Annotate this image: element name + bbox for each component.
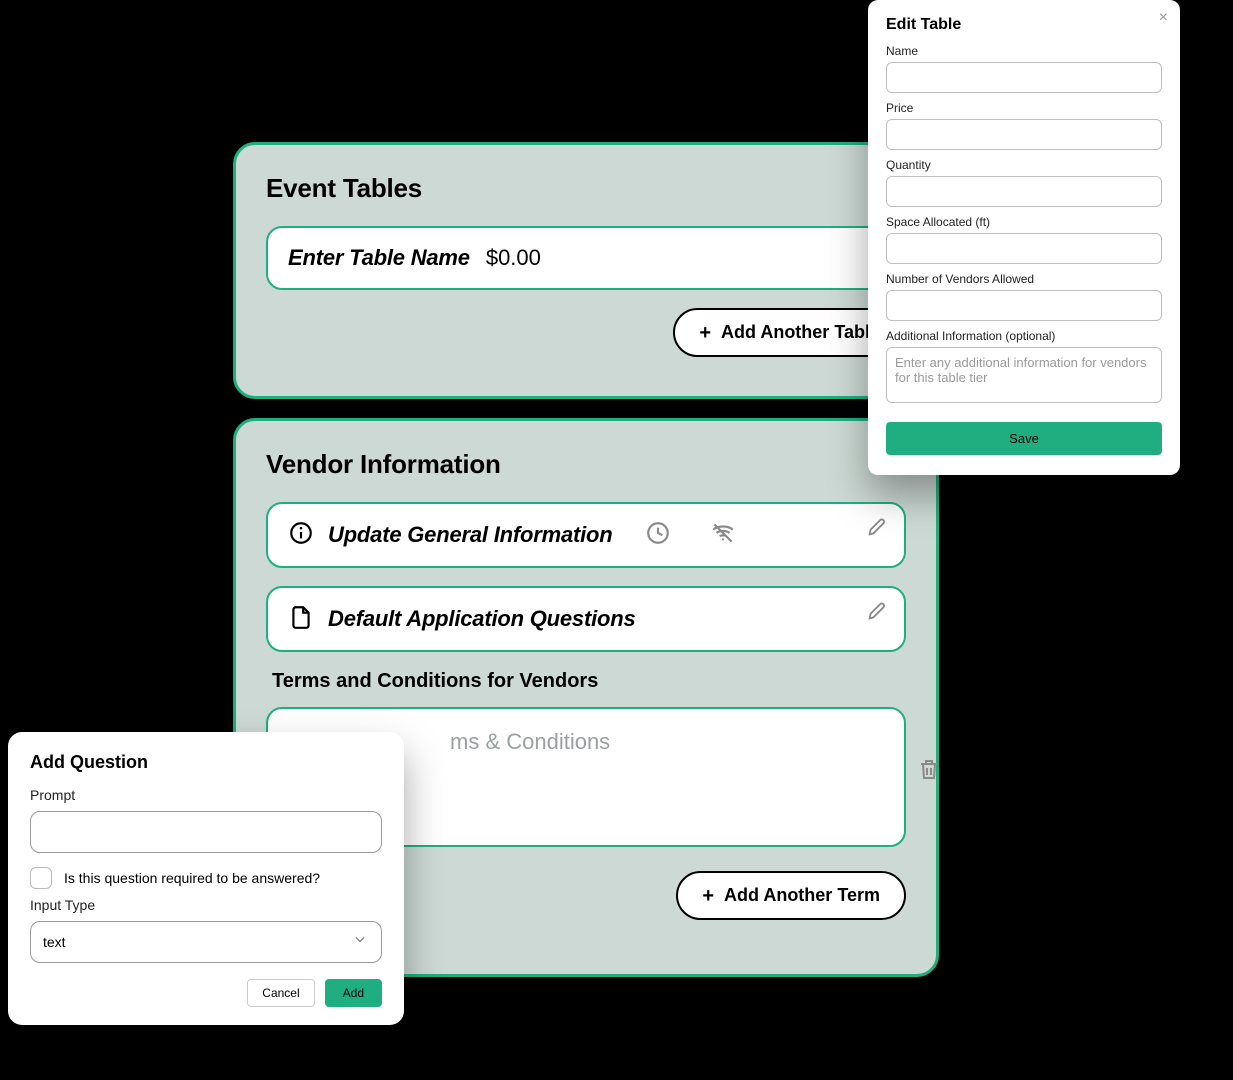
vendor-info-title: Vendor Information: [266, 449, 906, 480]
price-input[interactable]: [886, 119, 1162, 150]
edit-icon[interactable]: [866, 516, 888, 543]
input-type-select[interactable]: [30, 921, 382, 963]
terms-heading: Terms and Conditions for Vendors: [272, 670, 906, 693]
name-label: Name: [886, 44, 1162, 58]
close-icon[interactable]: ×: [1159, 10, 1168, 26]
additional-textarea[interactable]: [886, 347, 1162, 403]
terms-placeholder: ms & Conditions: [450, 729, 610, 755]
default-questions-label: Default Application Questions: [328, 606, 636, 632]
trash-icon[interactable]: [917, 757, 941, 786]
cancel-button[interactable]: Cancel: [247, 979, 314, 1007]
add-term-label: Add Another Term: [724, 885, 880, 906]
add-another-term-button[interactable]: + Add Another Term: [676, 871, 906, 920]
add-question-modal: Add Question Prompt Is this question req…: [8, 732, 404, 1025]
file-icon: [288, 604, 314, 635]
add-table-label: Add Another Table: [721, 322, 880, 343]
clock-icon: [645, 520, 671, 551]
default-questions-row[interactable]: Default Application Questions: [266, 586, 906, 652]
table-price: $0.00: [486, 245, 541, 271]
vendors-input[interactable]: [886, 290, 1162, 321]
required-label: Is this question required to be answered…: [64, 870, 320, 886]
name-input[interactable]: [886, 62, 1162, 93]
table-name: Enter Table Name: [288, 245, 470, 271]
input-type-label: Input Type: [30, 897, 382, 913]
prompt-label: Prompt: [30, 787, 382, 803]
add-question-title: Add Question: [30, 752, 382, 773]
edit-table-title: Edit Table: [886, 16, 1162, 34]
space-input[interactable]: [886, 233, 1162, 264]
plus-icon: +: [702, 886, 714, 906]
plus-icon: +: [699, 323, 711, 343]
edit-icon[interactable]: [866, 600, 888, 627]
info-icon: [288, 520, 314, 551]
event-tables-panel: Event Tables Enter Table Name $0.00 + Ad…: [233, 142, 939, 399]
additional-label: Additional Information (optional): [886, 329, 1162, 343]
quantity-label: Quantity: [886, 158, 1162, 172]
general-info-label: Update General Information: [328, 522, 613, 548]
table-row[interactable]: Enter Table Name $0.00: [266, 226, 906, 290]
edit-table-modal: × Edit Table Name Price Quantity Space A…: [868, 0, 1180, 475]
vendors-label: Number of Vendors Allowed: [886, 272, 1162, 286]
event-tables-title: Event Tables: [266, 173, 906, 204]
add-button[interactable]: Add: [325, 979, 382, 1007]
quantity-input[interactable]: [886, 176, 1162, 207]
wifi-off-icon: [709, 520, 737, 551]
prompt-input[interactable]: [30, 811, 382, 853]
price-label: Price: [886, 101, 1162, 115]
required-checkbox[interactable]: [30, 867, 52, 889]
save-button[interactable]: Save: [886, 422, 1162, 455]
space-label: Space Allocated (ft): [886, 215, 1162, 229]
general-info-row[interactable]: Update General Information: [266, 502, 906, 568]
